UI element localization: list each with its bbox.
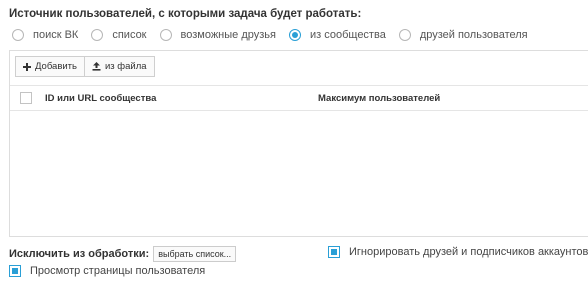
column-header-max-users[interactable]: Максимум пользователей <box>318 93 440 104</box>
radio-button-selected[interactable] <box>288 29 301 41</box>
radio-vk-search[interactable]: поиск ВК <box>12 29 78 41</box>
radio-button[interactable] <box>398 29 411 41</box>
radio-label: из сообщества <box>309 29 386 41</box>
select-all-checkbox[interactable] <box>20 92 32 104</box>
view-user-page-option[interactable]: Просмотр страницы пользователя <box>9 265 205 277</box>
source-radio-group: поиск ВК список возможные друзья из сооб… <box>12 28 541 42</box>
radio-possible-friends[interactable]: возможные друзья <box>159 29 276 41</box>
radio-label: поиск ВК <box>33 29 79 41</box>
table-toolbar: Добавить из файла <box>15 56 155 77</box>
view-user-page-label: Просмотр страницы пользователя <box>30 265 206 277</box>
add-button-label: Добавить <box>35 61 77 72</box>
view-user-page-checkbox[interactable] <box>9 265 21 277</box>
radio-button[interactable] <box>159 29 172 41</box>
task-source-settings: Источник пользователей, с которыми задач… <box>0 0 588 288</box>
radio-from-community[interactable]: из сообщества <box>288 29 386 41</box>
plus-icon <box>23 62 31 71</box>
upload-icon <box>92 62 101 71</box>
add-button[interactable]: Добавить <box>15 56 85 77</box>
communities-table-panel: Добавить из файла ID или URL сообщества … <box>9 50 588 237</box>
ignore-friends-label: Игнорировать друзей и подписчиков аккаун… <box>349 246 588 258</box>
radio-user-friends[interactable]: друзей пользователя <box>398 29 528 41</box>
source-section-title: Источник пользователей, с которыми задач… <box>9 8 362 20</box>
ignore-friends-option[interactable]: Игнорировать друзей и подписчиков аккаун… <box>328 246 588 258</box>
table-header: ID или URL сообщества Максимум пользоват… <box>10 85 588 111</box>
exclude-label: Исключить из обработки: <box>9 248 150 260</box>
radio-button[interactable] <box>12 29 24 41</box>
radio-list[interactable]: список <box>91 29 147 41</box>
ignore-friends-checkbox[interactable] <box>328 246 340 258</box>
radio-label: друзей пользователя <box>419 29 528 41</box>
import-from-file-button[interactable]: из файла <box>85 56 155 77</box>
radio-button[interactable] <box>91 29 104 41</box>
select-list-button[interactable]: выбрать список... <box>153 246 237 262</box>
radio-label: список <box>112 29 147 41</box>
column-header-community-id[interactable]: ID или URL сообщества <box>45 93 156 104</box>
import-from-file-label: из файла <box>105 61 147 72</box>
radio-label: возможные друзья <box>180 29 276 41</box>
exclude-row: Исключить из обработки: выбрать список..… <box>9 246 237 262</box>
